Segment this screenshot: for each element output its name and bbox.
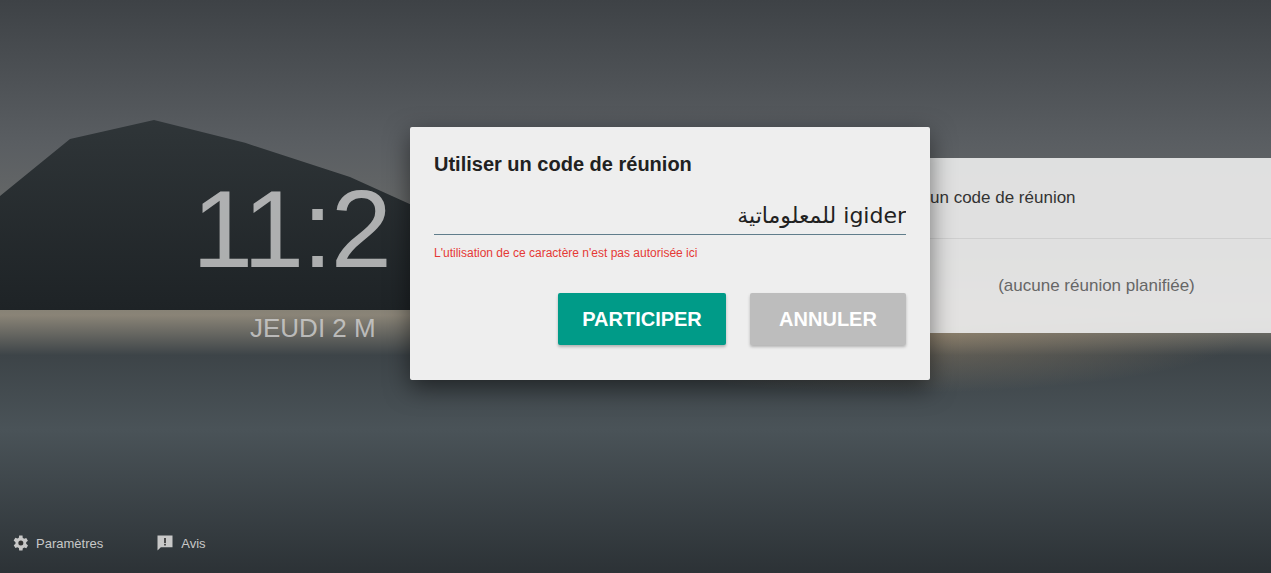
footer-label: Paramètres (36, 536, 103, 551)
dialog-title: Utiliser un code de réunion (434, 151, 906, 177)
meeting-code-dialog: Utiliser un code de réunion L'utilisation… (410, 127, 930, 380)
clock: 11:2 JEUDI 2 M (192, 168, 390, 344)
clock-date: JEUDI 2 M (250, 313, 376, 344)
meeting-panel-row: (aucune réunion planifiée) (930, 238, 1271, 333)
clock-time: 11:2 (192, 168, 390, 289)
footer-label: Avis (181, 536, 205, 551)
meeting-panel: un code de réunion(aucune réunion planif… (930, 158, 1271, 333)
settings-link[interactable]: Paramètres (10, 533, 103, 553)
gear-icon (10, 533, 30, 553)
meeting-code-input[interactable] (434, 197, 906, 235)
cancel-button[interactable]: ANNULER (750, 293, 906, 345)
join-button[interactable]: PARTICIPER (558, 293, 726, 345)
feedback-icon (155, 533, 175, 553)
error-message: L'utilisation de ce caractère n'est pas … (434, 245, 906, 261)
meeting-panel-row[interactable]: un code de réunion (930, 158, 1271, 238)
dialog-buttons: PARTICIPER ANNULER (434, 293, 906, 345)
feedback-link[interactable]: Avis (155, 533, 205, 553)
footer-bar: Paramètres Avis (10, 533, 206, 553)
